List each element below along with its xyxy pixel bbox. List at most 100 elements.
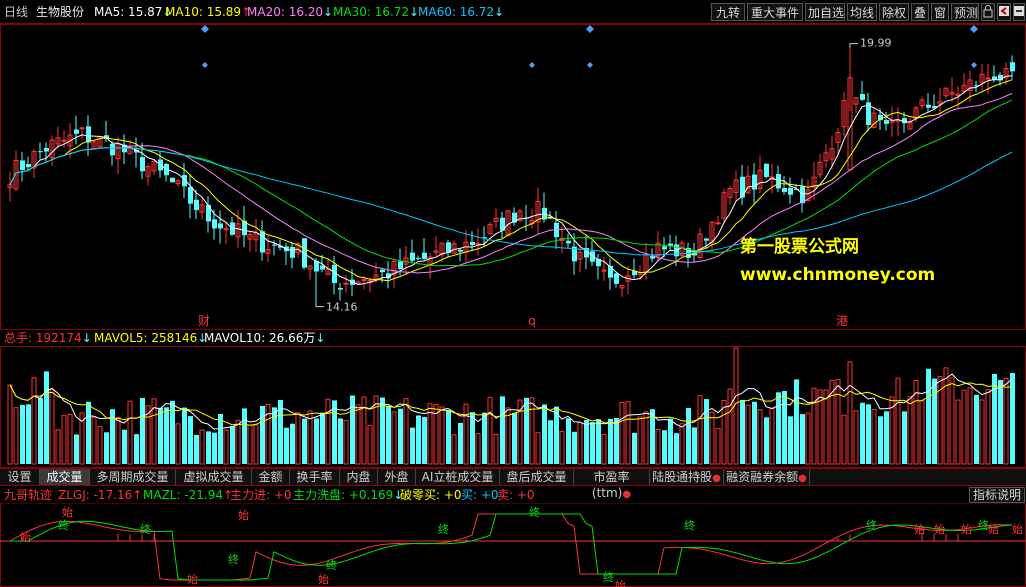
volume-chart[interactable] [0, 346, 1026, 468]
down-arrow-icon: ↓ [81, 331, 92, 345]
mavol10-readout: MAVOL10: 26.66万↓ [204, 331, 326, 345]
volume-bar [290, 423, 295, 464]
candle-body [380, 269, 385, 273]
candle-body [752, 174, 757, 190]
window-button[interactable]: 窗 [931, 3, 949, 21]
low-marker-label: 14.16 [326, 301, 358, 314]
start-mark: 始 [914, 522, 925, 536]
end-mark: 终 [684, 518, 695, 532]
forecast-button[interactable]: 预测 [951, 3, 979, 21]
volume-bar [727, 388, 733, 465]
tab-settings[interactable]: 设置 [0, 469, 40, 485]
candle-body [926, 104, 931, 108]
candle-body [410, 252, 415, 261]
ex-rights-button[interactable]: 除权 [879, 3, 909, 21]
tab-pe-ttm[interactable]: 市盈率(ttm)● [574, 469, 650, 500]
tab-multi-period-volume[interactable]: 多周期成交量 [90, 469, 176, 485]
volume-bar [752, 401, 757, 464]
tab-volume[interactable]: 成交量 [40, 469, 90, 485]
candle-body [260, 231, 265, 253]
tab-virtual-volume[interactable]: 虚拟成交量 [176, 469, 252, 485]
wash-readout: 主力洗盘: +0.169↓ [293, 488, 404, 502]
indicator-name[interactable]: 九哥轨迹 [4, 488, 52, 502]
tab-inner[interactable]: 内盘 [340, 469, 378, 485]
event-diamond-icon [201, 25, 209, 33]
ma-button[interactable]: 均线 [847, 3, 877, 21]
jiuzhuan-button[interactable]: 九转 [711, 3, 745, 21]
candle-body [566, 240, 571, 244]
candle-body [416, 257, 421, 259]
volume-bar [31, 377, 37, 465]
volume-bar [284, 427, 289, 464]
indicator-header: 九哥轨迹 ZLGJ: -17.16↑ MAZL: -21.94↑ 主力进: +0… [0, 487, 1026, 503]
overlay-button[interactable]: 叠 [911, 3, 929, 21]
end-mark: 终 [866, 518, 877, 532]
volume-bar [584, 419, 589, 464]
lock-icon[interactable] [981, 3, 995, 21]
volume-bar [674, 433, 679, 464]
start-mark: 始 [934, 522, 945, 536]
volume-bar [572, 431, 577, 464]
period-label[interactable]: 日线 [4, 5, 28, 19]
down-arrow-icon: ↓ [323, 5, 334, 19]
volume-bar [500, 396, 505, 464]
volume-bar [470, 412, 475, 464]
volume-bar [206, 431, 211, 464]
tab-ai-volume[interactable]: AI立桩成交量 [416, 469, 500, 485]
collapse-icon[interactable] [1013, 3, 1025, 21]
indicator-chart[interactable]: 始始始始始 始始始始始始终 终终 终终终终终终终 [0, 503, 1026, 587]
volume-bar [692, 427, 697, 464]
candle-body [110, 143, 115, 156]
volume-bar [548, 420, 553, 464]
volume-bar [841, 414, 847, 465]
volume-bar [632, 432, 637, 464]
volume-bar [907, 396, 913, 465]
volume-bar [13, 407, 19, 465]
volume-bar [325, 398, 331, 465]
back-icon[interactable] [997, 3, 1011, 21]
major-events-button[interactable]: 重大事件 [747, 3, 803, 21]
tab-after-hours-volume[interactable]: 盘后成交量 [500, 469, 574, 485]
event-label-q: q [528, 314, 536, 328]
sell-readout: 卖: +0 [497, 488, 535, 502]
breakzero-readout: 破零买: +0 [400, 488, 462, 502]
candle-body [884, 120, 889, 124]
candle-body [776, 174, 781, 189]
volume-bar [764, 417, 769, 464]
volume-bar [805, 412, 811, 465]
end-mark: 终 [978, 518, 989, 532]
volume-bar [487, 396, 493, 465]
end-mark: 终 [326, 558, 337, 572]
volume-bar [757, 409, 763, 465]
tab-northbound-holdings[interactable]: 陆股通持股● [650, 469, 724, 485]
tab-turnover[interactable]: 换手率 [290, 469, 340, 485]
volume-bar [512, 412, 517, 464]
ma20-line [9, 93, 1013, 274]
ma30-readout: MA30: 16.72↓ [333, 5, 420, 19]
event-label-hk: 港 [836, 314, 848, 328]
volume-bar [979, 399, 985, 465]
volume-bar [38, 398, 43, 464]
volume-bar [199, 429, 205, 465]
tab-margin-balance[interactable]: 融资融券余额● [724, 469, 810, 485]
volume-bar [625, 401, 631, 465]
volume-bar [788, 416, 793, 464]
indicator-explain-button[interactable]: 指标说明 [969, 487, 1025, 503]
volume-bar [44, 371, 49, 464]
candle-body [860, 94, 865, 100]
add-watchlist-button[interactable]: 加自选 [805, 3, 845, 21]
volume-bar [878, 416, 883, 464]
candle-body [782, 188, 787, 192]
volume-bar [1003, 377, 1009, 465]
candle-body [20, 160, 25, 170]
volume-bar [902, 411, 907, 464]
volume-bar [847, 361, 853, 465]
candle-body [398, 261, 403, 269]
volume-bar [643, 411, 649, 465]
tab-amount[interactable]: 金额 [252, 469, 290, 485]
volume-bar [338, 418, 343, 464]
volume-bar [704, 399, 709, 464]
candle-body [458, 249, 463, 252]
tab-outer[interactable]: 外盘 [378, 469, 416, 485]
volume-bar [140, 397, 145, 464]
